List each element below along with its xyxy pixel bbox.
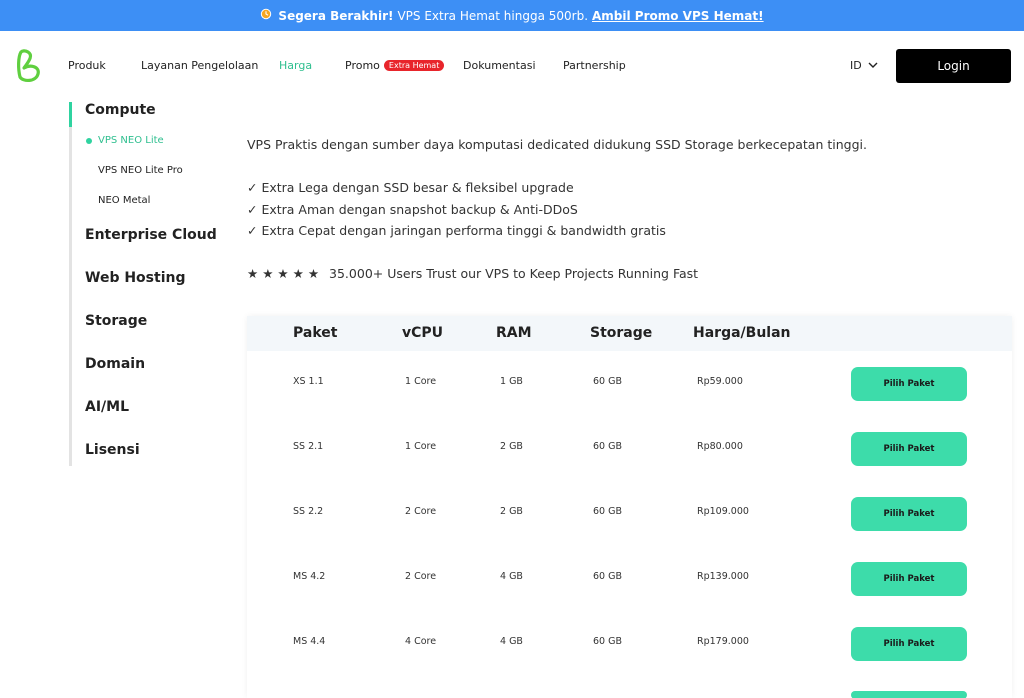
cell-storage: 60 GB xyxy=(593,571,622,582)
nav-partnership[interactable]: Partnership xyxy=(563,59,626,72)
rating-text: 35.000+ Users Trust our VPS to Keep Proj… xyxy=(329,266,699,281)
table-row-partial xyxy=(247,633,1012,698)
sidebar-active-indicator xyxy=(69,102,72,127)
cell-vcpu: 2 Core xyxy=(405,506,437,517)
cell-storage: 60 GB xyxy=(593,376,622,387)
column-header-paket: Paket xyxy=(293,325,338,341)
rating-line: ★★★★★ 35.000+ Users Trust our VPS to Keep… xyxy=(247,266,698,281)
column-header-ram: RAM xyxy=(496,325,532,341)
banner-promo-link[interactable]: Ambil Promo VPS Hemat! xyxy=(592,9,764,23)
cell-paket: SS 2.1 xyxy=(293,441,324,452)
pilih-paket-button-partial[interactable] xyxy=(851,691,967,698)
banner-text: VPS Extra Hemat hingga 500rb. xyxy=(397,8,589,23)
feature-item: ✓ Extra Aman dengan snapshot backup & An… xyxy=(247,202,578,217)
login-button[interactable]: Login xyxy=(896,49,1011,83)
logo[interactable] xyxy=(14,49,44,83)
nav-layanan-pengelolaan[interactable]: Layanan Pengelolaan xyxy=(141,59,258,72)
cell-ram: 2 GB xyxy=(500,441,523,452)
cell-harga: Rp109.000 xyxy=(697,506,749,517)
pilih-paket-button[interactable]: Pilih Paket xyxy=(851,497,967,531)
column-header-harga: Harga/Bulan xyxy=(693,325,791,341)
sidebar-item-vps-neo-lite-pro[interactable]: VPS NEO Lite Pro xyxy=(98,165,183,176)
table-row: SS 2.2 2 Core 2 GB 60 GB Rp109.000 Pilih… xyxy=(247,481,1012,546)
cell-storage: 60 GB xyxy=(593,441,622,452)
table-row: SS 2.1 1 Core 2 GB 60 GB Rp80.000 Pilih … xyxy=(247,416,1012,481)
cell-paket: MS 4.2 xyxy=(293,571,326,582)
sidebar-category-domain[interactable]: Domain xyxy=(85,356,145,372)
pricing-table: Paket vCPU RAM Storage Harga/Bulan XS 1.… xyxy=(247,316,1012,698)
nav-produk[interactable]: Produk xyxy=(68,59,106,72)
cell-harga: Rp59.000 xyxy=(697,376,743,387)
feature-item: ✓ Extra Lega dengan SSD besar & fleksibe… xyxy=(247,180,574,195)
sidebar-category-storage[interactable]: Storage xyxy=(85,313,147,329)
sidebar-category-enterprise-cloud[interactable]: Enterprise Cloud xyxy=(85,227,217,243)
column-header-vcpu: vCPU xyxy=(402,325,444,341)
cell-ram: 4 GB xyxy=(500,571,523,582)
pilih-paket-button[interactable]: Pilih Paket xyxy=(851,432,967,466)
sidebar-item-neo-metal[interactable]: NEO Metal xyxy=(98,195,150,206)
language-selector[interactable]: ID xyxy=(850,59,878,72)
cell-storage: 60 GB xyxy=(593,506,622,517)
table-header: Paket vCPU RAM Storage Harga/Bulan xyxy=(247,316,1012,351)
active-dot-icon xyxy=(86,138,92,144)
sidebar-category-lisensi[interactable]: Lisensi xyxy=(85,442,140,458)
language-label: ID xyxy=(850,59,862,72)
chevron-down-icon xyxy=(868,59,878,72)
nav-promo-label: Promo xyxy=(345,59,380,72)
promo-banner: Segera Berakhir! VPS Extra Hemat hingga … xyxy=(0,0,1024,31)
sidebar: Compute VPS NEO Lite VPS NEO Lite Pro NE… xyxy=(69,102,229,466)
cell-paket: SS 2.2 xyxy=(293,506,324,517)
cell-vcpu: 1 Core xyxy=(405,376,437,387)
nav-promo[interactable]: Promo Extra Hemat xyxy=(345,59,445,72)
clock-icon xyxy=(260,8,272,23)
table-row: MS 4.2 2 Core 4 GB 60 GB Rp139.000 Pilih… xyxy=(247,546,1012,611)
cell-ram: 1 GB xyxy=(500,376,523,387)
nav-dokumentasi[interactable]: Dokumentasi xyxy=(463,59,536,72)
cell-vcpu: 2 Core xyxy=(405,571,437,582)
cell-vcpu: 1 Core xyxy=(405,441,437,452)
pilih-paket-button[interactable]: Pilih Paket xyxy=(851,562,967,596)
star-rating-icon: ★★★★★ xyxy=(247,266,324,281)
sidebar-item-vps-neo-lite[interactable]: VPS NEO Lite xyxy=(98,135,164,146)
cell-ram: 2 GB xyxy=(500,506,523,517)
header: Produk Layanan Pengelolaan Harga Promo Ex… xyxy=(0,31,1024,102)
product-description: VPS Praktis dengan sumber daya komputasi… xyxy=(247,137,867,152)
feature-item: ✓ Extra Cepat dengan jaringan performa t… xyxy=(247,223,666,238)
table-row: XS 1.1 1 Core 1 GB 60 GB Rp59.000 Pilih … xyxy=(247,351,1012,416)
nav-harga[interactable]: Harga xyxy=(279,59,312,72)
promo-badge: Extra Hemat xyxy=(383,60,445,71)
column-header-storage: Storage xyxy=(590,325,653,341)
pilih-paket-button[interactable]: Pilih Paket xyxy=(851,367,967,401)
sidebar-category-ai-ml[interactable]: AI/ML xyxy=(85,399,129,415)
sidebar-category-compute[interactable]: Compute xyxy=(85,102,156,118)
cell-harga: Rp139.000 xyxy=(697,571,749,582)
cell-paket: XS 1.1 xyxy=(293,376,324,387)
banner-lead: Segera Berakhir! xyxy=(278,8,394,23)
sidebar-category-web-hosting[interactable]: Web Hosting xyxy=(85,270,185,286)
cell-harga: Rp80.000 xyxy=(697,441,743,452)
